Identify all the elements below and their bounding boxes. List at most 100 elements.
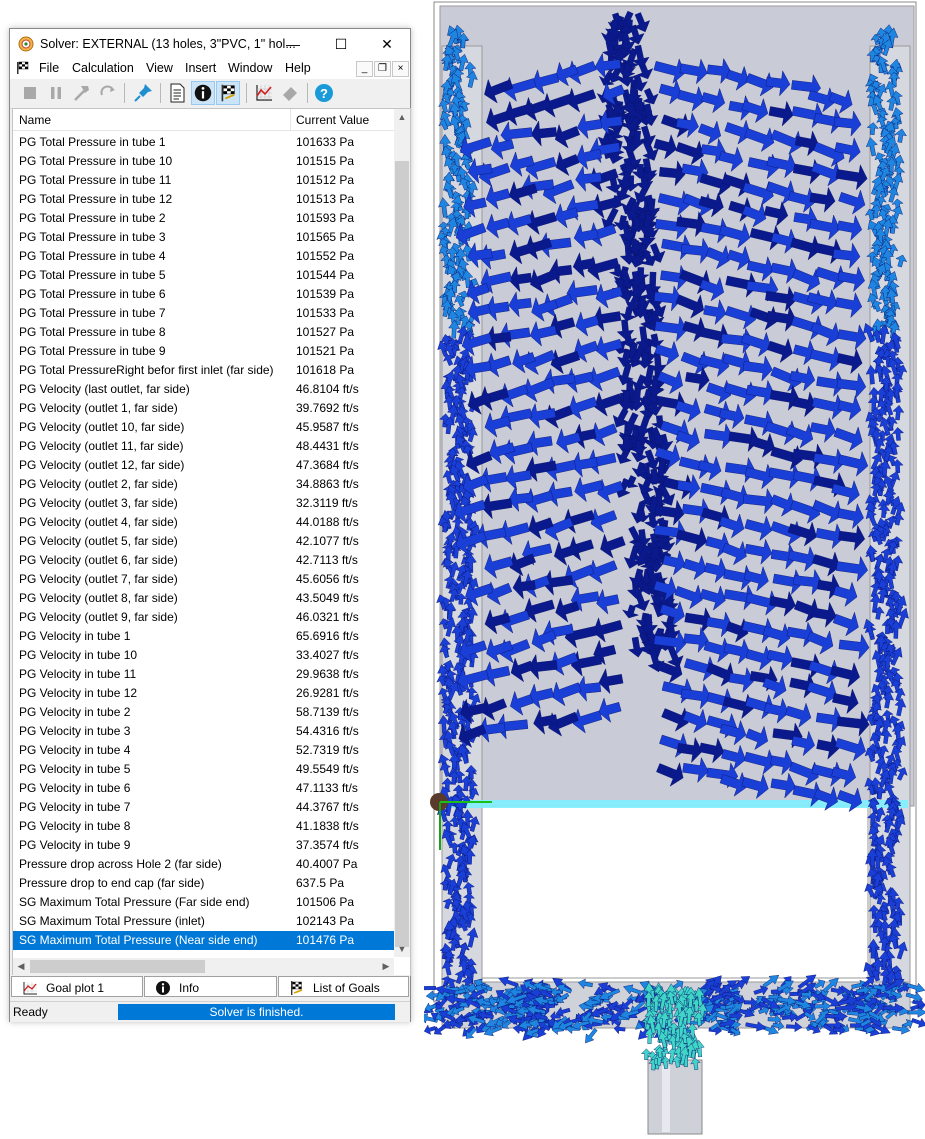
goal-row[interactable]: SG Maximum Total Pressure (inlet) 102143 … [13,912,394,931]
goal-row[interactable]: PG Total Pressure in tube 6 101539 Pa [13,285,394,304]
goal-row[interactable]: PG Total Pressure in tube 12 101513 Pa [13,190,394,209]
pause-icon[interactable] [44,81,68,105]
goal-row[interactable]: PG Velocity in tube 6 47.1133 ft/s [13,779,394,798]
goal-current-value: 54.4316 ft/s [296,724,359,738]
goal-row[interactable]: PG Total Pressure in tube 7 101533 Pa [13,304,394,323]
minimize-button[interactable]: — [270,29,316,59]
goal-row[interactable]: PG Velocity (outlet 12, far side) 47.3684… [13,456,394,475]
goal-row[interactable]: SG Maximum Total Pressure (Near side end… [13,931,394,950]
menu-view[interactable]: View [146,61,173,75]
goal-row[interactable]: PG Velocity in tube 11 29.9638 ft/s [13,665,394,684]
maximize-button[interactable]: ☐ [318,29,364,59]
menu-file[interactable]: File [39,61,59,75]
goal-row[interactable]: PG Velocity (outlet 10, far side) 45.9587… [13,418,394,437]
menu-insert[interactable]: Insert [185,61,216,75]
goal-row[interactable]: PG Velocity (outlet 11, far side) 48.4431… [13,437,394,456]
goal-row[interactable]: Pressure drop across Hole 2 (far side) 40… [13,855,394,874]
goal-current-value: 42.1077 ft/s [296,534,359,548]
column-header-name[interactable]: Name [19,113,51,127]
goal-row[interactable]: PG Velocity (outlet 2, far side) 34.8863 … [13,475,394,494]
goal-row[interactable]: PG Velocity in tube 3 54.4316 ft/s [13,722,394,741]
goal-row[interactable]: PG Velocity (outlet 8, far side) 43.5049 … [13,589,394,608]
stop-icon[interactable] [18,81,42,105]
goal-row[interactable]: PG Total Pressure in tube 5 101544 Pa [13,266,394,285]
goal-row[interactable]: PG Total Pressure in tube 4 101552 Pa [13,247,394,266]
goal-row[interactable]: PG Velocity (outlet 9, far side) 46.0321 … [13,608,394,627]
toolbar-separator [246,83,247,103]
goal-row[interactable]: PG Total Pressure in tube 2 101593 Pa [13,209,394,228]
goal-row[interactable]: PG Velocity in tube 5 49.5549 ft/s [13,760,394,779]
goal-name: PG Total Pressure in tube 11 [19,173,172,187]
pin-icon[interactable] [131,81,155,105]
horizontal-scroll-thumb[interactable] [30,960,205,973]
scroll-down-arrow-icon[interactable]: ▼ [394,941,410,957]
goal-name: PG Velocity (outlet 11, far side) [19,439,184,453]
section-plane [440,800,908,808]
refresh-icon[interactable] [96,81,120,105]
goal-name: PG Total Pressure in tube 8 [19,325,166,339]
goal-row[interactable]: PG Velocity (outlet 6, far side) 42.7113 … [13,551,394,570]
scroll-left-arrow-icon[interactable]: ◀ [13,958,29,974]
goal-row[interactable]: PG Velocity (outlet 4, far side) 44.0188 … [13,513,394,532]
mdi-restore-button[interactable]: ❐ [374,61,391,77]
goal-current-value: 637.5 Pa [296,876,345,890]
vertical-scrollbar[interactable]: ▲ ▼ [394,109,410,957]
goal-row[interactable]: PG Velocity (last outlet, far side) 46.81… [13,380,394,399]
goal-row[interactable]: PG Total Pressure in tube 3 101565 Pa [13,228,394,247]
menu-help[interactable]: Help [285,61,311,75]
tab-list-of-goals[interactable]: List of Goals [278,976,409,997]
goal-row[interactable]: PG Total Pressure in tube 10 101515 Pa [13,152,394,171]
horizontal-scrollbar[interactable]: ◀ ▶ [13,958,394,975]
menu-window[interactable]: Window [228,61,272,75]
goal-row[interactable]: PG Velocity (outlet 1, far side) 39.7692 … [13,399,394,418]
mdi-minimize-button[interactable]: _ [356,61,373,77]
goal-row[interactable]: PG Velocity in tube 2 58.7139 ft/s [13,703,394,722]
goal-name: PG Velocity (last outlet, far side) [19,382,190,396]
goal-row[interactable]: SG Maximum Total Pressure (Far side end)… [13,893,394,912]
toolbar: ? [10,79,410,109]
goal-row[interactable]: PG Total Pressure in tube 9 101521 Pa [13,342,394,361]
cfd-flow-view[interactable] [424,0,925,1139]
scroll-up-arrow-icon[interactable]: ▲ [394,109,410,125]
goal-row[interactable]: Pressure drop to end cap (far side) 637.5… [13,874,394,893]
goal-current-value: 42.7113 ft/s [296,553,358,567]
close-button[interactable]: ✕ [364,29,410,59]
mdi-close-button[interactable]: × [392,61,409,77]
tab-info[interactable]: Info [144,976,277,997]
goal-name: PG Velocity in tube 4 [19,743,131,757]
column-divider[interactable] [290,109,291,130]
goal-row[interactable]: PG Total Pressure in tube 8 101527 Pa [13,323,394,342]
eraser-icon[interactable] [278,81,302,105]
goal-row[interactable]: PG Velocity in tube 7 44.3767 ft/s [13,798,394,817]
goal-row[interactable]: PG Velocity in tube 4 52.7319 ft/s [13,741,394,760]
goal-current-value: 33.4027 ft/s [296,648,359,662]
goal-row[interactable]: PG Velocity (outlet 3, far side) 32.3119 … [13,494,394,513]
goal-row[interactable]: PG Total Pressure in tube 1 101633 Pa [13,133,394,152]
scroll-right-arrow-icon[interactable]: ▶ [378,958,394,974]
goal-row[interactable]: PG Total PressureRight befor first inlet… [13,361,394,380]
hammer-icon[interactable] [70,81,94,105]
goal-current-value: 34.8863 ft/s [296,477,359,491]
goals-flag-icon[interactable] [216,81,240,105]
window-title: Solver: EXTERNAL (13 holes, 3"PVC, 1" ho… [40,37,296,51]
goal-row[interactable]: PG Velocity in tube 12 26.9281 ft/s [13,684,394,703]
title-bar[interactable]: Solver: EXTERNAL (13 holes, 3"PVC, 1" ho… [10,29,410,59]
goal-name: PG Total Pressure in tube 4 [19,249,166,263]
info-icon[interactable] [191,81,215,105]
menu-calculation[interactable]: Calculation [72,61,134,75]
goal-row[interactable]: PG Velocity (outlet 7, far side) 45.6056 … [13,570,394,589]
column-header-current-value[interactable]: Current Value [296,113,369,127]
goal-row[interactable]: PG Velocity in tube 10 33.4027 ft/s [13,646,394,665]
goal-row[interactable]: PG Total Pressure in tube 11 101512 Pa [13,171,394,190]
goal-row[interactable]: PG Velocity in tube 8 41.1838 ft/s [13,817,394,836]
goal-row[interactable]: PG Velocity (outlet 5, far side) 42.1077 … [13,532,394,551]
toolbar-separator [124,83,125,103]
goal-current-value: 101565 Pa [296,230,355,244]
vertical-scroll-thumb[interactable] [395,161,409,947]
goal-plot-icon[interactable] [252,81,276,105]
help-icon[interactable]: ? [312,81,336,105]
goal-row[interactable]: PG Velocity in tube 9 37.3574 ft/s [13,836,394,855]
goal-row[interactable]: PG Velocity in tube 1 65.6916 ft/s [13,627,394,646]
tab-goal-plot[interactable]: Goal plot 1 [11,976,143,997]
document-icon[interactable] [165,81,189,105]
